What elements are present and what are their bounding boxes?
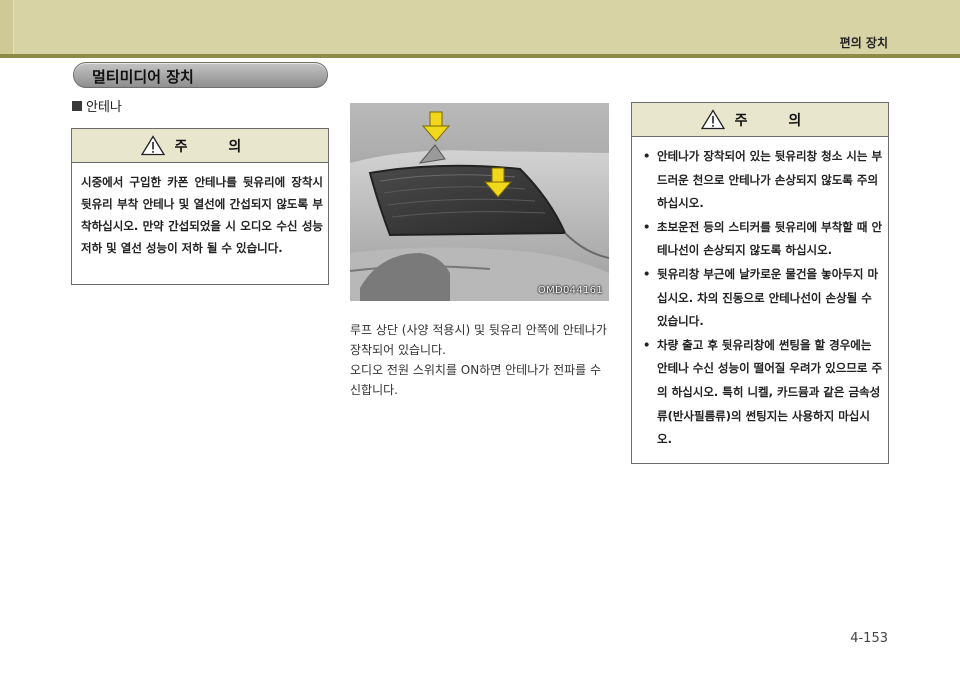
section-pill: 멀티미디어 장치 [73,62,328,88]
antenna-photo: OMD044161 [350,103,609,301]
caution-header-right: 주 의 [632,103,888,137]
description-paragraph: 오디오 전원 스위치를 ON하면 안테나가 전파를 수신합니다. [350,363,602,397]
list-item: 차량 출고 후 뒷유리창에 썬팅을 할 경우에는 안테나 수신 성능이 떨어질 … [640,334,884,452]
page-number: 4-153 [850,631,888,646]
caution-title-right: 주 의 [734,112,820,129]
description-paragraph: 루프 상단 (사양 적용시) 및 뒷유리 안쪽에 안테나가 장착되어 있습니다. [350,323,607,357]
figure-code: OMD044161 [537,285,603,296]
header-band [0,0,960,56]
caution-box-right: 주 의 안테나가 장착되어 있는 뒷유리창 청소 시는 부드러운 천으로 안테나… [631,102,889,464]
section-header: 편의 장치 [839,36,888,50]
warning-triangle-icon [700,109,725,130]
warning-triangle-icon [140,135,165,156]
subsection-title: 안테나 [86,100,122,115]
list-item: 초보운전 등의 스티커를 뒷유리에 부착할 때 안테나선이 손상되지 않도록 하… [640,216,884,263]
caution-title-left: 주 의 [174,138,260,155]
header-edge [0,0,14,56]
list-item: 뒷유리창 부근에 날카로운 물건을 놓아두지 마십시오. 차의 진동으로 안테나… [640,263,884,334]
car-rear-illustration [350,103,609,301]
section-pill-title: 멀티미디어 장치 [92,68,194,86]
caution-list-right: 안테나가 장착되어 있는 뒷유리창 청소 시는 부드러운 천으로 안테나가 손상… [640,145,884,452]
subsection-heading: 안테나 [72,96,122,115]
antenna-description: 루프 상단 (사양 적용시) 및 뒷유리 안쪽에 안테나가 장착되어 있습니다.… [350,320,610,400]
header-rule [0,54,960,58]
list-item: 안테나가 장착되어 있는 뒷유리창 청소 시는 부드러운 천으로 안테나가 손상… [640,145,884,216]
caution-header-left: 주 의 [72,129,328,163]
caution-text-left: 시중에서 구입한 카폰 안테나를 뒷유리에 장착시 뒷유리 부착 안테나 및 열… [81,175,323,255]
caution-box-left: 주 의 시중에서 구입한 카폰 안테나를 뒷유리에 장착시 뒷유리 부착 안테나… [71,128,329,285]
square-bullet-icon [72,100,82,111]
